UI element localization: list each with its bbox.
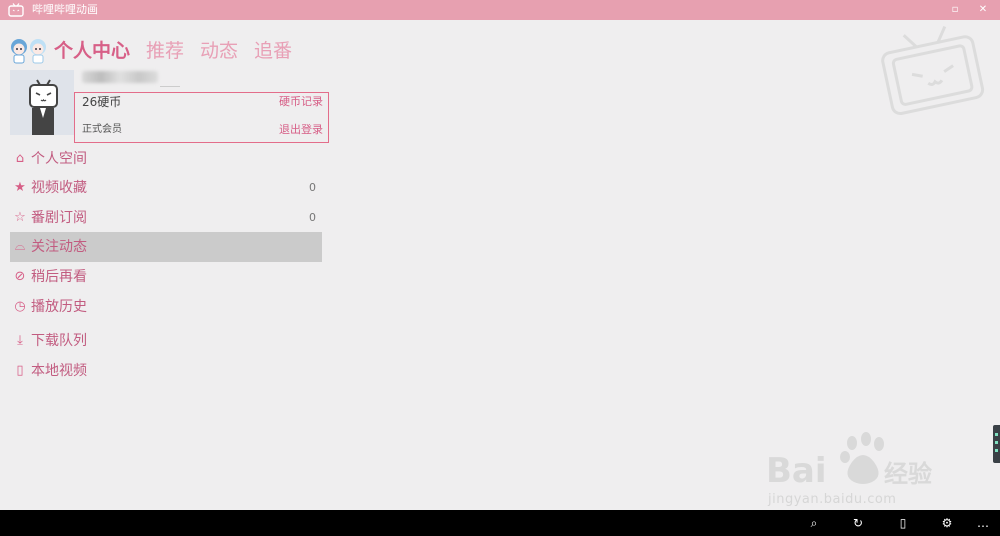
title-bar: 哔哩哔哩动画 ▫ ✕	[0, 0, 1000, 20]
member-level: 正式会员	[82, 124, 122, 135]
local-video-icon: ▯	[16, 363, 24, 378]
coin-record-link[interactable]: 硬币记录	[279, 95, 323, 109]
bilibili-tv-icon	[8, 3, 24, 17]
tab-recommend[interactable]: 推荐	[146, 37, 184, 65]
settings-gear-icon[interactable]: ⚙	[938, 515, 956, 531]
menu-item-label: 下载队列	[31, 333, 87, 349]
menu-item-label: 视频收藏	[31, 180, 87, 196]
home-icon: ⌂	[15, 151, 25, 166]
star-outline-icon: ☆	[14, 210, 26, 225]
edge-handle[interactable]	[993, 425, 1000, 463]
mascot-logo-icon	[11, 39, 46, 64]
tag-icon: ⊘	[14, 269, 26, 284]
inbox-icon: ⌓	[14, 239, 26, 254]
menu-item-label: 关注动态	[31, 239, 87, 255]
menu-item-bangumi-subscriptions[interactable]: ☆ 番剧订阅 0	[10, 203, 322, 233]
logout-link[interactable]: 退出登录	[279, 123, 323, 137]
download-icon: ⤓	[17, 333, 23, 348]
tv-watermark-icon	[881, 26, 985, 116]
search-icon[interactable]: ⌕	[805, 515, 823, 531]
tab-bangumi[interactable]: 追番	[254, 37, 292, 65]
tab-dynamics[interactable]: 动态	[200, 37, 238, 65]
menu-item-video-favorites[interactable]: ★ 视频收藏 0	[10, 173, 322, 203]
main-tabs: 个人中心 推荐 动态 追番	[54, 36, 308, 66]
coin-count: 26硬币	[82, 95, 122, 109]
svg-text:Bai: Bai	[766, 451, 827, 491]
subscriptions-count: 0	[309, 211, 316, 224]
more-icon[interactable]: …	[974, 515, 992, 531]
clock-icon: ◷	[14, 299, 26, 314]
menu-item-personal-space[interactable]: ⌂ 个人空间	[10, 144, 322, 174]
menu-item-local-video[interactable]: ▯ 本地视频	[10, 356, 322, 386]
window-title: 哔哩哔哩动画	[32, 3, 98, 16]
menu-item-label: 稍后再看	[31, 269, 87, 285]
menu-item-download-queue[interactable]: ⤓ 下载队列	[10, 326, 322, 356]
username-underline	[160, 86, 180, 87]
menu-item-history[interactable]: ◷ 播放历史	[10, 292, 322, 322]
star-filled-icon: ★	[14, 180, 26, 195]
menu-item-watch-later[interactable]: ⊘ 稍后再看	[10, 262, 322, 292]
close-button[interactable]: ✕	[974, 2, 992, 18]
menu-item-label: 本地视频	[31, 363, 87, 379]
tab-personal-center[interactable]: 个人中心	[54, 37, 130, 65]
svg-text:经验: 经验	[884, 460, 932, 488]
menu-item-label: 播放历史	[31, 299, 87, 315]
favorites-count: 0	[309, 181, 316, 194]
account-info-box: 26硬币 硬币记录 正式会员 退出登录	[74, 92, 329, 143]
refresh-icon[interactable]: ↻	[849, 515, 867, 531]
menu-item-label: 番剧订阅	[31, 210, 87, 226]
device-icon[interactable]: ▯	[894, 515, 912, 531]
menu-item-following-feed[interactable]: ⌓ 关注动态	[10, 232, 322, 262]
menu-item-label: 个人空间	[31, 151, 87, 167]
username-blurred	[82, 71, 158, 83]
watermark-url: jingyan.baidu.com	[768, 492, 897, 507]
bottom-app-bar: ⌕ ↻ ▯ ⚙ …	[0, 510, 1000, 536]
avatar[interactable]	[10, 70, 74, 135]
maximize-button[interactable]: ▫	[946, 2, 964, 18]
